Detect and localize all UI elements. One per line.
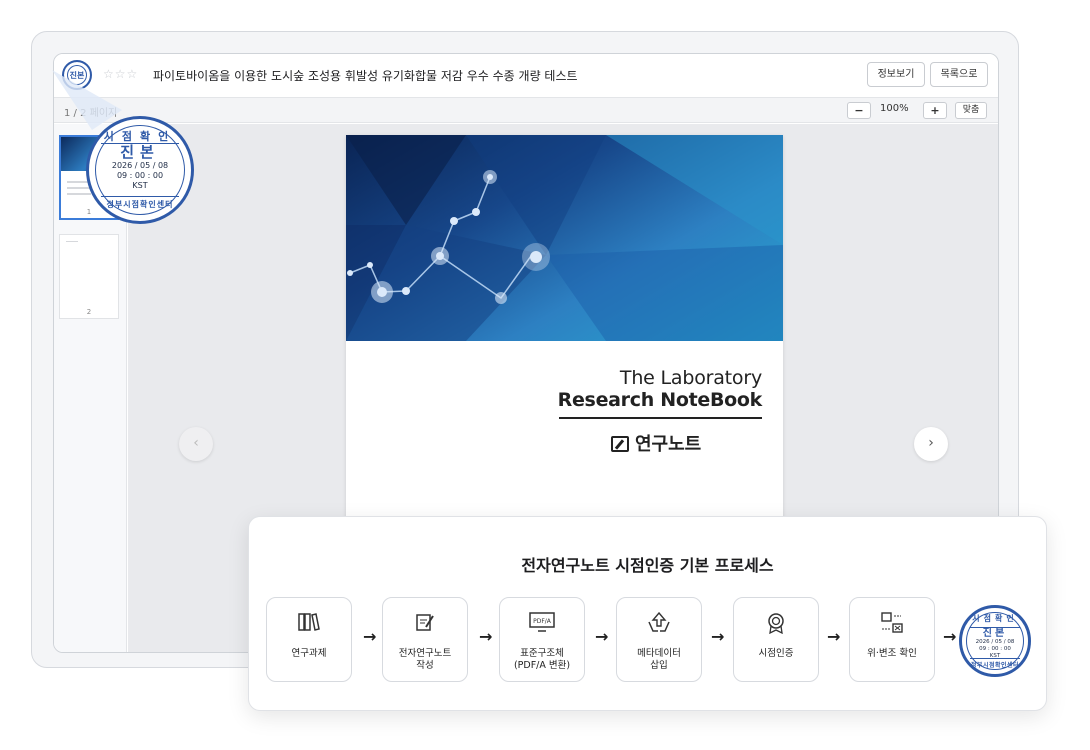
zoom-level: 100% (880, 103, 909, 114)
document-page: The Laboratory Research NoteBook 연구노트 (346, 135, 783, 535)
process-step-label: 표준구조체 (PDF/A 변환) (500, 648, 584, 672)
arrow-icon: → (827, 627, 841, 646)
cover-title-line1: The Laboratory (619, 367, 762, 389)
seal-time: 09 : 00 : 00 (116, 171, 164, 180)
viewer-toolbar: 1 / 2 페이지 − 100% + 맞춤 (54, 98, 998, 123)
process-step-write-note: 전자연구노트 작성 (382, 597, 468, 682)
molecule-graphic (346, 135, 783, 341)
seal-top-text: 시점확인 (972, 614, 1018, 623)
cover-image (346, 135, 783, 341)
cover-title-line2: Research NoteBook (557, 389, 763, 411)
seal-zone: KST (132, 181, 148, 190)
process-step-pdfa: PDF/A 표준구조체 (PDF/A 변환) (499, 597, 585, 682)
seal-zone: KST (989, 653, 1001, 659)
verify-compare-icon (850, 612, 934, 639)
step-label-line: 삽입 (650, 660, 668, 671)
seal-bottom-text: 정부시점확인센터 (970, 662, 1020, 669)
binders-icon (267, 612, 351, 637)
note-edit-icon (383, 612, 467, 637)
zoom-fit-button[interactable]: 맞춤 (955, 102, 987, 119)
seal-bottom-text: 정부시점확인센터 (106, 200, 174, 209)
seal-time: 09 : 00 : 00 (979, 646, 1011, 652)
step-label-line: 시점인증 (758, 648, 794, 659)
seal-center: 진본 2026 / 05 / 08 09 : 00 : 00 KST (970, 627, 1020, 659)
info-button[interactable]: 정보보기 (867, 62, 925, 87)
seal-main-text: 진본 (982, 628, 1008, 639)
process-step-label: 시점인증 (734, 648, 818, 660)
process-step-verify: 위·변조 확인 (849, 597, 935, 682)
award-badge-icon (734, 612, 818, 639)
process-step-timestamp: 시점인증 (733, 597, 819, 682)
arrow-icon: → (595, 627, 609, 646)
process-step-label: 메타데이터 삽입 (617, 648, 701, 672)
seal-pointer (52, 70, 122, 130)
document-title: 파이토바이옴을 이용한 도시숲 조성용 휘발성 유기화합물 저감 우수 수종 개… (153, 69, 578, 83)
thumbnail-text-line (66, 241, 78, 242)
thumbnail-text-line (67, 193, 91, 195)
step-label-line: 표준구조체 (520, 648, 564, 659)
seal-date: 2026 / 05 / 08 (111, 161, 169, 170)
cover-subtitle: 연구노트 (611, 430, 701, 456)
step-label-line: 위·변조 확인 (867, 648, 917, 659)
step-label-line: 작성 (416, 660, 434, 671)
zoom-out-button[interactable]: − (847, 102, 871, 119)
zoom-in-button[interactable]: + (923, 102, 947, 119)
cover-divider (559, 417, 762, 419)
timestamp-seal: 시점확인 진본 2026 / 05 / 08 09 : 00 : 00 KST … (86, 116, 194, 224)
pdfa-monitor-icon: PDF/A (500, 612, 584, 637)
previous-page-button[interactable]: ‹ (179, 427, 213, 461)
viewer-topbar: 진본 ☆☆☆ 파이토바이옴을 이용한 도시숲 조성용 휘발성 유기화합물 저감 … (54, 54, 998, 98)
page-thumbnail[interactable]: 2 (59, 234, 119, 319)
arrow-icon: → (479, 627, 493, 646)
arrow-icon: → (943, 627, 957, 646)
step-label-line: 연구과제 (291, 648, 327, 659)
process-title: 전자연구노트 시점인증 기본 프로세스 (521, 556, 774, 575)
hands-upload-icon (617, 611, 701, 639)
step-label-line: 전자연구노트 (398, 648, 452, 659)
process-step-label: 연구과제 (267, 648, 351, 660)
process-step-label: 위·변조 확인 (850, 648, 934, 660)
process-step-label: 전자연구노트 작성 (383, 648, 467, 672)
arrow-icon: → (363, 627, 377, 646)
svg-text:PDF/A: PDF/A (533, 618, 552, 625)
pen-edit-icon (611, 436, 629, 452)
arrow-icon: → (711, 627, 725, 646)
seal-center: 진본 2026 / 05 / 08 09 : 00 : 00 KST (101, 143, 179, 197)
process-step-research-project: 연구과제 (266, 597, 352, 682)
seal-date: 2026 / 05 / 08 (975, 639, 1015, 645)
cover-subtitle-text: 연구노트 (635, 434, 702, 455)
next-page-button[interactable]: › (914, 427, 948, 461)
seal-main-text: 진본 (120, 143, 160, 161)
process-panel: 전자연구노트 시점인증 기본 프로세스 연구과제 → 전자연구노트 작성 → PD… (248, 516, 1047, 711)
step-label-line: (PDF/A 변환) (513, 660, 571, 671)
timestamp-seal-final: 시점확인 진본 2026 / 05 / 08 09 : 00 : 00 KST … (959, 605, 1031, 677)
step-label-line: 메타데이터 (637, 648, 681, 659)
back-to-list-button[interactable]: 목록으로 (930, 62, 988, 87)
seal-top-text: 시점확인 (103, 130, 177, 143)
process-step-metadata: 메타데이터 삽입 (616, 597, 702, 682)
thumbnail-number: 2 (86, 308, 92, 316)
